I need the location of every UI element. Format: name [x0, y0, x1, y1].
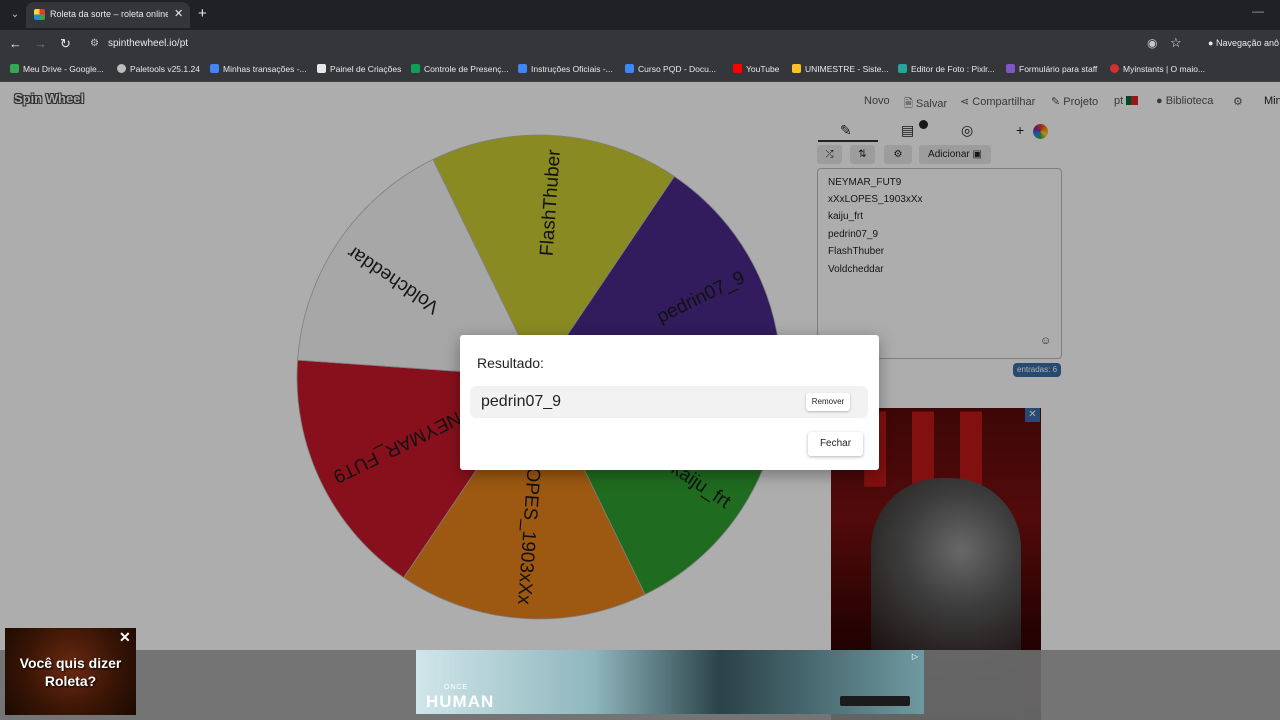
favicon-icon [34, 9, 45, 20]
ad-left-text: Você quis dizer Roleta? [19, 655, 122, 689]
incognito-label: Navegação anô [1215, 38, 1280, 48]
transactions-icon [210, 64, 219, 73]
result-box: pedrin07_9 Remover [470, 386, 868, 418]
unimestre-icon [792, 64, 801, 73]
incognito-icon: ● [1208, 38, 1214, 48]
creations-icon [317, 64, 326, 73]
bookmark-item[interactable]: Instruções Oficiais -... [518, 64, 613, 74]
bookmark-item[interactable]: Meu Drive - Google... [10, 64, 104, 74]
dialog-title: Resultado: [477, 355, 544, 371]
site-info-icon[interactable]: ⚙ [90, 38, 99, 49]
drive-icon [10, 64, 19, 73]
result-dialog: Resultado: pedrin07_9 Remover Fechar [460, 335, 879, 470]
paletools-icon [117, 64, 126, 73]
remove-button[interactable]: Remover [806, 393, 850, 411]
page: Spin Wheel Novo 🗎 Salvar ⋖ Compartilhar … [0, 82, 1280, 720]
bookmark-item[interactable]: Editor de Foto : Pixlr... [898, 64, 995, 74]
browser-tab[interactable]: Roleta da sorte – roleta online g ✕ [26, 2, 190, 28]
tab-bar: ⌄ Roleta da sorte – roleta online g ✕ + … [0, 0, 1280, 30]
bookmark-item[interactable]: YouTube [733, 64, 779, 74]
tab-title: Roleta da sorte – roleta online g [50, 9, 168, 19]
bookmark-item[interactable]: UNIMESTRE - Siste... [792, 64, 889, 74]
bookmarks-bar: Meu Drive - Google... Paletools v25.1.24… [0, 58, 1280, 82]
ad-choices-icon[interactable]: ▷ [910, 652, 920, 662]
bookmark-item[interactable]: Minhas transações -... [210, 64, 307, 74]
youtube-icon [733, 64, 742, 73]
bookmark-item[interactable]: Painel de Criações [317, 64, 401, 74]
bookmark-item[interactable]: Myinstants | O maio... [1110, 64, 1205, 74]
tab-close-icon[interactable]: ✕ [174, 7, 183, 20]
docs-icon [625, 64, 634, 73]
ad-bottom-human-text: HUMAN [426, 692, 495, 711]
myinstants-icon [1110, 64, 1119, 73]
window-minimize-icon[interactable]: — [1252, 4, 1264, 18]
close-button[interactable]: Fechar [808, 432, 863, 456]
url-field[interactable]: spinthewheel.io/pt [108, 38, 188, 49]
address-bar: ← → ↻ ⚙ spinthewheel.io/pt ◉ ☆ ● Navegaç… [0, 30, 1280, 58]
ad-left-close-icon[interactable]: ✕ [119, 629, 131, 646]
back-icon[interactable]: ← [9, 36, 22, 51]
bookmark-item[interactable]: Formulário para staff [1006, 64, 1097, 74]
reload-icon[interactable]: ↻ [60, 36, 71, 52]
sheets-icon [411, 64, 420, 73]
pixlr-icon [898, 64, 907, 73]
forms-icon [1006, 64, 1015, 73]
tracking-eye-icon[interactable]: ◉ [1147, 36, 1157, 50]
new-tab-icon[interactable]: + [198, 5, 207, 22]
bookmark-item[interactable]: Paletools v25.1.24 [117, 64, 200, 74]
docs-icon [518, 64, 527, 73]
bookmark-item[interactable]: Curso PQD - Docu... [625, 64, 716, 74]
ad-banner-bottom[interactable]: ONCE HUMAN ▷ [416, 650, 924, 714]
incognito-indicator[interactable]: ● Navegação anô [1208, 38, 1279, 48]
forward-icon[interactable]: → [34, 36, 47, 51]
ad-bottom-once-text: ONCE [444, 684, 469, 691]
ad-banner-left[interactable]: Você quis dizer Roleta? ✕ [5, 628, 136, 715]
bookmark-star-icon[interactable]: ☆ [1170, 35, 1182, 51]
result-text: pedrin07_9 [481, 393, 562, 410]
steam-badge-icon [840, 696, 910, 706]
bookmark-item[interactable]: Controle de Presenç... [411, 64, 509, 74]
tab-search-icon[interactable]: ⌄ [6, 6, 24, 24]
